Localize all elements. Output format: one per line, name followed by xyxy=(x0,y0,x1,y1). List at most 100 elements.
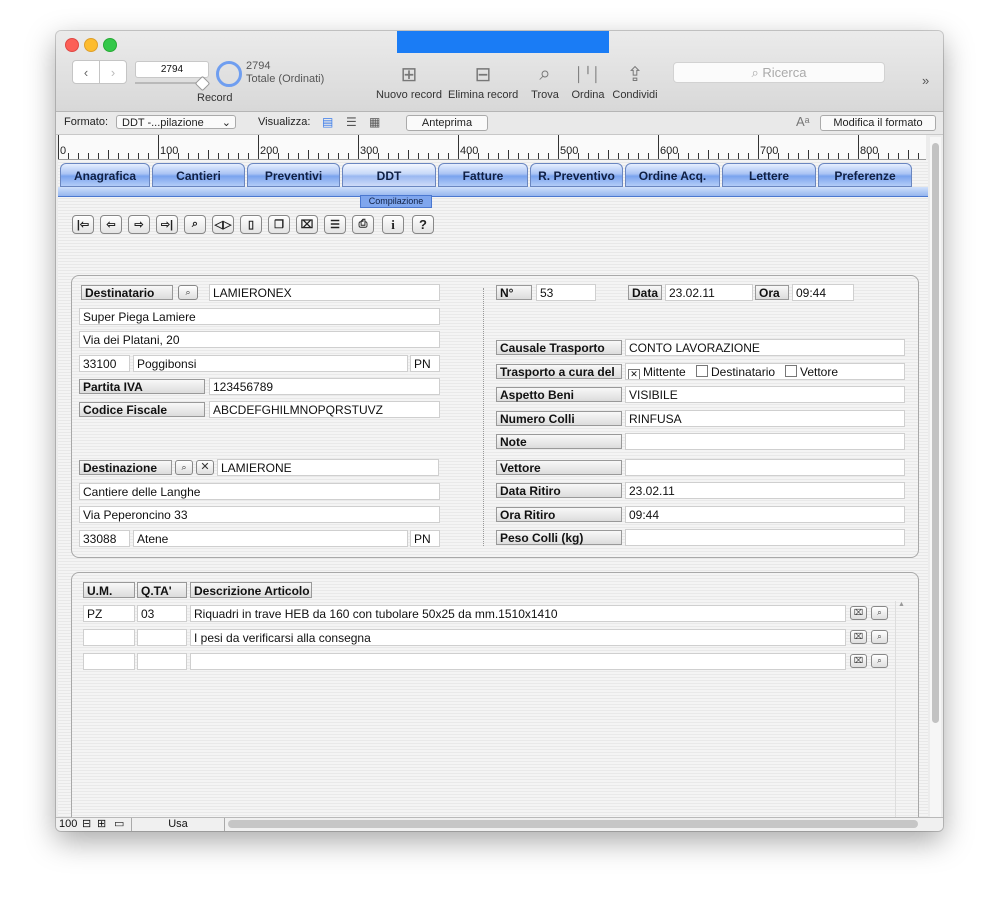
cf-field[interactable]: ABCDEFGHILMNOPQRSTUVZ xyxy=(209,401,440,418)
expand-icon[interactable]: ◁▷ xyxy=(212,215,234,234)
new-record-button[interactable]: ⊞ Nuovo record xyxy=(374,61,444,102)
row-qta-field[interactable] xyxy=(137,653,187,670)
row-lookup-button[interactable]: ⌕ xyxy=(871,606,888,620)
print-icon[interactable]: ⎙ xyxy=(352,215,374,234)
last-record-icon[interactable]: ⇨| xyxy=(156,215,178,234)
vertical-scroll-thumb[interactable] xyxy=(932,143,939,723)
duplicate-icon[interactable]: ❐ xyxy=(268,215,290,234)
time-field[interactable]: 09:44 xyxy=(792,284,854,301)
number-field[interactable]: 53 xyxy=(536,284,596,301)
find-button[interactable]: ⌕ Trova xyxy=(528,61,562,102)
close-window-button[interactable] xyxy=(65,38,79,52)
layout-select[interactable]: DDT -...pilazione ⌄ xyxy=(116,115,236,129)
horizontal-scroll-thumb[interactable] xyxy=(228,820,918,828)
row-delete-button[interactable]: ⌧ xyxy=(850,654,867,668)
share-button[interactable]: ⇪ Condividi xyxy=(610,61,660,102)
toolbar-overflow-icon[interactable]: » xyxy=(922,73,929,88)
dz-city-field[interactable]: Atene xyxy=(133,530,408,547)
trash-icon[interactable]: ⌧ xyxy=(296,215,318,234)
info-icon[interactable]: i xyxy=(382,215,404,234)
dest-address-field[interactable]: Via dei Platani, 20 xyxy=(79,331,440,348)
peso-field[interactable] xyxy=(625,529,905,546)
next-record-icon[interactable]: ⇨ xyxy=(128,215,150,234)
tab-lettere[interactable]: Lettere xyxy=(722,163,816,187)
form-view-icon[interactable]: ▤ xyxy=(322,115,333,129)
sort-button[interactable]: │╵│ Ordina xyxy=(570,61,606,102)
colli-field[interactable]: RINFUSA xyxy=(625,410,905,427)
data-ritiro-field[interactable]: 23.02.11 xyxy=(625,482,905,499)
row-desc-field[interactable] xyxy=(190,653,846,670)
vettore-field[interactable] xyxy=(625,459,905,476)
tab-r-preventivo[interactable]: R. Preventivo xyxy=(530,163,623,187)
checkbox-icon[interactable] xyxy=(696,365,708,377)
row-qta-field[interactable] xyxy=(137,629,187,646)
row-qta-field[interactable]: 03 xyxy=(137,605,187,622)
tab-ddt[interactable]: DDT xyxy=(342,163,436,187)
aspetto-field[interactable]: VISIBILE xyxy=(625,386,905,403)
dz-name-field[interactable]: Cantiere delle Langhe xyxy=(79,483,440,500)
first-record-icon[interactable]: |⇦ xyxy=(72,215,94,234)
help-icon[interactable]: ? xyxy=(412,215,434,234)
destinatario-lookup-button[interactable]: ⌕ xyxy=(178,285,198,300)
record-slider-thumb[interactable] xyxy=(194,75,211,92)
zoom-in-icon[interactable]: ⊞ xyxy=(97,817,106,830)
find-record-icon[interactable]: ⌕ xyxy=(184,215,206,234)
destinatario-code-field[interactable]: LAMIERONEX xyxy=(209,284,440,301)
minimize-window-button[interactable] xyxy=(84,38,98,52)
ora-ritiro-field[interactable]: 09:44 xyxy=(625,506,905,523)
tab-fatture[interactable]: Fatture xyxy=(438,163,528,187)
destinatario-option[interactable]: Destinatario xyxy=(696,364,775,379)
dz-prov-field[interactable]: PN xyxy=(410,530,440,547)
destinazione-code-field[interactable]: LAMIERONE xyxy=(217,459,439,476)
note-field[interactable] xyxy=(625,433,905,450)
toggle-toolbar-icon[interactable]: ▭ xyxy=(114,817,124,830)
row-um-field[interactable] xyxy=(83,653,135,670)
row-desc-field[interactable]: Riquadri in trave HEB da 160 con tubolar… xyxy=(190,605,846,622)
tab-preventivi[interactable]: Preventivi xyxy=(247,163,340,187)
tab-cantieri[interactable]: Cantieri xyxy=(152,163,245,187)
list-icon[interactable]: ☰ xyxy=(324,215,346,234)
list-view-icon[interactable]: ☰ xyxy=(346,115,357,129)
piva-field[interactable]: 123456789 xyxy=(209,378,440,395)
dest-city-field[interactable]: Poggibonsi xyxy=(133,355,408,372)
next-record-button[interactable]: › xyxy=(99,60,127,84)
date-field[interactable]: 23.02.11 xyxy=(665,284,753,301)
text-format-icon[interactable]: Aᵃ xyxy=(796,114,810,129)
dz-address-field[interactable]: Via Peperoncino 33 xyxy=(79,506,440,523)
tab-anagrafica[interactable]: Anagrafica xyxy=(60,163,150,187)
dest-name-field[interactable]: Super Piega Lamiere xyxy=(79,308,440,325)
zoom-window-button[interactable] xyxy=(103,38,117,52)
row-delete-button[interactable]: ⌧ xyxy=(850,630,867,644)
row-delete-button[interactable]: ⌧ xyxy=(850,606,867,620)
record-number-field[interactable]: 2794 xyxy=(135,61,209,78)
vettore-option[interactable]: Vettore xyxy=(785,364,838,379)
prev-record-icon[interactable]: ⇦ xyxy=(100,215,122,234)
portal-scrollbar[interactable]: ▲ xyxy=(895,601,906,831)
destinazione-lookup-button[interactable]: ⌕ xyxy=(175,460,193,475)
search-input[interactable]: ⌕ Ricerca xyxy=(673,62,885,83)
checked-checkbox-icon[interactable]: ✕ xyxy=(628,369,640,379)
table-view-icon[interactable]: ▦ xyxy=(369,115,380,129)
preview-button[interactable]: Anteprima xyxy=(406,115,488,131)
subtab-compilazione[interactable]: Compilazione xyxy=(360,195,432,208)
row-desc-field[interactable]: I pesi da verificarsi alla consegna xyxy=(190,629,846,646)
zoom-level[interactable]: 100 xyxy=(59,818,77,830)
mode-indicator[interactable]: Usa xyxy=(131,818,225,831)
edit-layout-button[interactable]: Modifica il formato xyxy=(820,115,936,131)
tab-ordine-acq[interactable]: Ordine Acq. xyxy=(625,163,720,187)
zoom-out-icon[interactable]: ⊟ xyxy=(82,817,91,830)
causale-field[interactable]: CONTO LAVORAZIONE xyxy=(625,339,905,356)
mittente-option[interactable]: ✕ Mittente xyxy=(628,364,686,379)
dest-cap-field[interactable]: 33100 xyxy=(79,355,130,372)
dest-prov-field[interactable]: PN xyxy=(410,355,440,372)
dz-cap-field[interactable]: 33088 xyxy=(79,530,130,547)
destinazione-clear-button[interactable]: ✕ xyxy=(196,460,214,475)
delete-record-button[interactable]: ⊟ Elimina record xyxy=(448,61,518,102)
new-document-icon[interactable]: ▯ xyxy=(240,215,262,234)
row-um-field[interactable] xyxy=(83,629,135,646)
previous-record-button[interactable]: ‹ xyxy=(72,60,100,84)
row-lookup-button[interactable]: ⌕ xyxy=(871,630,888,644)
row-lookup-button[interactable]: ⌕ xyxy=(871,654,888,668)
scroll-up-icon[interactable]: ▲ xyxy=(898,601,905,608)
row-um-field[interactable]: PZ xyxy=(83,605,135,622)
